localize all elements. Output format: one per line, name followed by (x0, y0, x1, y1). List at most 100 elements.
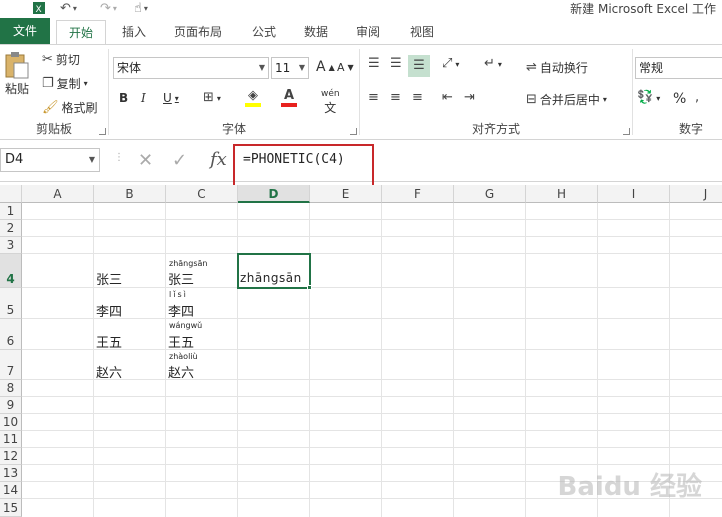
cell-b6[interactable]: 王五 (96, 332, 122, 351)
row-header-6[interactable]: 6 (0, 319, 22, 350)
indent-button[interactable]: ↵ ▾ (484, 57, 502, 71)
phonetic-button[interactable]: wén 文 (321, 89, 340, 116)
tab-page-layout[interactable]: 页面布局 (166, 20, 230, 44)
touch-mode-icon[interactable]: ☝ ▾ (134, 0, 148, 16)
tab-view[interactable]: 视图 (400, 20, 444, 44)
cut-button[interactable]: ✂ 剪切 (42, 51, 80, 68)
font-name-select[interactable]: 宋体 ▼ (113, 57, 269, 79)
row-header-1[interactable]: 1 (0, 203, 22, 220)
row-header-7[interactable]: 7 (0, 350, 22, 380)
worksheet-grid[interactable]: A B C D E F G H I J 1 2 3 4 5 6 7 8 9 10… (0, 185, 722, 517)
column-header-i[interactable]: I (598, 185, 670, 203)
column-header-g[interactable]: G (454, 185, 526, 203)
select-all-corner[interactable] (0, 185, 22, 203)
cancel-icon[interactable]: ✕ (138, 150, 153, 171)
row-header-12[interactable]: 12 (0, 448, 22, 465)
cell-b7[interactable]: 赵六 (96, 362, 122, 381)
wrap-text-button[interactable]: ⇌ 自动换行 (526, 59, 588, 76)
cell-b4[interactable]: 张三 (96, 269, 122, 288)
name-box[interactable]: D4 ▼ (0, 148, 100, 172)
row-header-4[interactable]: 4 (0, 254, 22, 288)
brush-icon: 🖌 (42, 99, 59, 115)
align-middle-icon: ☰ (390, 56, 402, 71)
align-right-button[interactable]: ≡ (412, 91, 423, 105)
tab-formulas[interactable]: 公式 (240, 20, 288, 44)
currency-button[interactable]: 💱 ▾ (637, 91, 660, 105)
orientation-button[interactable]: ⤢ ▾ (442, 57, 459, 71)
align-left-button[interactable]: ≡ (368, 91, 379, 105)
fill-color-button[interactable]: ◈ (245, 89, 261, 107)
paste-button[interactable]: 粘贴 (4, 51, 30, 97)
row-header-3[interactable]: 3 (0, 237, 22, 254)
row-header-2[interactable]: 2 (0, 220, 22, 237)
merge-center-button[interactable]: ⊟ 合并后居中 ▾ (526, 91, 607, 108)
column-header-h[interactable]: H (526, 185, 598, 203)
watermark: Baidu 经验 (557, 472, 702, 502)
row-header-8[interactable]: 8 (0, 380, 22, 397)
row-header-5[interactable]: 5 (0, 288, 22, 319)
border-button[interactable]: ⊞ ▾ (203, 91, 221, 105)
column-header-d[interactable]: D (238, 185, 310, 203)
align-bottom-button[interactable]: ☰ (408, 55, 430, 77)
grow-font-button[interactable]: A ▲ (316, 59, 335, 75)
cell-b5[interactable]: 李四 (96, 301, 122, 320)
tab-insert[interactable]: 插入 (112, 20, 156, 44)
row-header-10[interactable]: 10 (0, 414, 22, 431)
row-header-11[interactable]: 11 (0, 431, 22, 448)
align-middle-button[interactable]: ☰ (390, 57, 402, 71)
font-color-icon: A (283, 88, 295, 103)
column-header-b[interactable]: B (94, 185, 166, 203)
number-format-select[interactable]: 常规 (635, 57, 722, 79)
grow-font-icon: A (316, 59, 326, 75)
clipboard-launcher-icon[interactable] (99, 128, 106, 135)
bold-button[interactable]: B (119, 91, 128, 105)
shrink-font-icon: A (337, 61, 345, 74)
align-top-button[interactable]: ☰ (368, 57, 380, 71)
italic-button[interactable]: I (141, 91, 146, 105)
redo-icon[interactable]: ↷ ▾ (100, 0, 117, 16)
grip-icon: ⋮ (114, 152, 124, 163)
column-header-c[interactable]: C (166, 185, 238, 203)
insert-function-icon[interactable]: fx (210, 149, 227, 170)
font-size-select[interactable]: 11 ▼ (271, 57, 309, 79)
number-format-value: 常规 (639, 61, 664, 75)
cell-c5[interactable]: 李四 (168, 301, 194, 320)
tab-review[interactable]: 审阅 (346, 20, 390, 44)
format-painter-button[interactable]: 🖌 格式刷 (42, 99, 98, 116)
font-launcher-icon[interactable] (350, 128, 357, 135)
alignment-launcher-icon[interactable] (623, 128, 630, 135)
undo-icon[interactable]: ↶ ▾ (60, 0, 77, 16)
row-header-14[interactable]: 14 (0, 482, 22, 499)
cell-c4[interactable]: 张三 (168, 269, 194, 288)
shrink-font-button[interactable]: A ▼ (337, 61, 354, 74)
font-color-button[interactable]: A (281, 89, 297, 107)
enter-icon[interactable]: ✓ (172, 150, 187, 171)
chevron-down-icon: ▼ (258, 63, 265, 72)
percent-button[interactable]: % (673, 91, 686, 107)
column-header-a[interactable]: A (22, 185, 94, 203)
column-header-j[interactable]: J (670, 185, 722, 203)
row-header-13[interactable]: 13 (0, 465, 22, 482)
tab-file[interactable]: 文件 (0, 18, 50, 44)
decrease-indent-button[interactable]: ⇤ (442, 91, 453, 105)
row-header-15[interactable]: 15 (0, 499, 22, 517)
underline-button[interactable]: U ▾ (163, 91, 179, 105)
align-center-button[interactable]: ≡ (390, 91, 401, 105)
italic-icon: I (141, 91, 146, 105)
row-header-9[interactable]: 9 (0, 397, 22, 414)
column-header-e[interactable]: E (310, 185, 382, 203)
gridline (22, 447, 722, 448)
tab-home[interactable]: 开始 (56, 20, 106, 45)
orientation-icon: ⤢ (442, 56, 453, 71)
comma-button[interactable]: , (695, 91, 699, 105)
cell-c7[interactable]: 赵六 (168, 362, 194, 381)
underline-icon: U (163, 91, 172, 105)
column-header-f[interactable]: F (382, 185, 454, 203)
font-group: 宋体 ▼ 11 ▼ A ▲ A ▼ B I U ▾ ⊞ ▾ ◈ A wén 文 字体 (109, 45, 359, 139)
tab-data[interactable]: 数据 (294, 20, 338, 44)
increase-indent-button[interactable]: ⇥ (464, 91, 475, 105)
fill-handle[interactable] (307, 285, 312, 290)
cell-c6[interactable]: 王五 (168, 332, 194, 351)
copy-button[interactable]: ❐ 复制 ▾ (42, 75, 88, 92)
alignment-group-label: 对齐方式 (471, 122, 520, 136)
